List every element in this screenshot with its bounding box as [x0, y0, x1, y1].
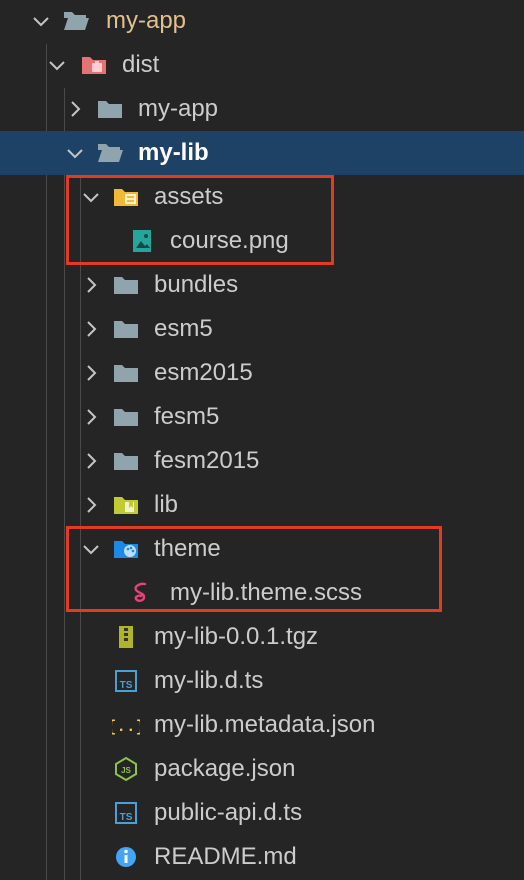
tree-item-bundles[interactable]: bundles — [0, 263, 524, 307]
tree-item-my-app[interactable]: my-app — [0, 87, 524, 131]
info-file-icon — [112, 844, 140, 870]
tree-item-my-lib-metadata-json[interactable]: {..} my-lib.metadata.json — [0, 703, 524, 747]
tree-item-label: my-app — [138, 95, 219, 122]
folder-icon — [112, 316, 140, 342]
tree-item-esm5[interactable]: esm5 — [0, 307, 524, 351]
tree-item-label: bundles — [154, 271, 239, 298]
json-file-icon: {..} — [112, 712, 140, 738]
chevron-right-icon[interactable] — [64, 98, 86, 120]
chevron-right-icon[interactable] — [80, 406, 102, 428]
node-file-icon: JS — [112, 756, 140, 782]
chevron-down-icon[interactable] — [30, 10, 52, 32]
tree-item-fesm2015[interactable]: fesm2015 — [0, 439, 524, 483]
lib-folder-icon — [112, 492, 140, 518]
tree-item-label: esm2015 — [154, 359, 253, 386]
tree-item-label: package.json — [154, 755, 296, 782]
file-explorer-tree: my-app dist my-app my-lib assets course.png bu… — [0, 0, 524, 880]
tree-item-my-lib-0-0-1-tgz[interactable]: my-lib-0.0.1.tgz — [0, 615, 524, 659]
tree-item-label: README.md — [154, 843, 297, 870]
chevron-down-icon[interactable] — [64, 142, 86, 164]
tree-item-label: fesm2015 — [154, 447, 260, 474]
svg-text:TS: TS — [120, 680, 133, 691]
tree-item-fesm5[interactable]: fesm5 — [0, 395, 524, 439]
archive-file-icon — [112, 624, 140, 650]
folder-icon — [112, 404, 140, 430]
tree-item-label: dist — [122, 51, 160, 78]
tree-item-label: my-lib.d.ts — [154, 667, 264, 694]
tree-item-readme-md[interactable]: README.md — [0, 835, 524, 879]
folder-icon — [112, 272, 140, 298]
theme-highlight-box — [66, 526, 442, 612]
chevron-down-icon[interactable] — [46, 54, 68, 76]
folder-open-icon — [96, 140, 124, 166]
chevron-right-icon[interactable] — [80, 494, 102, 516]
assets-highlight-box — [66, 175, 334, 265]
typescript-file-icon: TS — [112, 668, 140, 694]
svg-text:JS: JS — [121, 766, 131, 775]
tree-item-my-app[interactable]: my-app — [0, 0, 524, 43]
dist-folder-icon — [80, 52, 108, 78]
svg-text:TS: TS — [120, 812, 133, 823]
tree-item-label: my-lib — [138, 139, 209, 166]
tree-item-public-api-d-ts[interactable]: TS public-api.d.ts — [0, 791, 524, 835]
svg-text:{..}: {..} — [112, 718, 140, 736]
typescript-file-icon: TS — [112, 800, 140, 826]
tree-item-label: my-lib.metadata.json — [154, 711, 376, 738]
tree-item-lib[interactable]: lib — [0, 483, 524, 527]
tree-item-label: fesm5 — [154, 403, 220, 430]
folder-icon — [112, 448, 140, 474]
chevron-right-icon[interactable] — [80, 362, 102, 384]
tree-item-label: public-api.d.ts — [154, 799, 303, 826]
chevron-right-icon[interactable] — [80, 274, 102, 296]
tree-item-esm2015[interactable]: esm2015 — [0, 351, 524, 395]
folder-icon — [112, 360, 140, 386]
tree-item-label: my-lib-0.0.1.tgz — [154, 623, 319, 650]
folder-open-icon — [62, 8, 90, 34]
tree-item-package-json[interactable]: JS package.json — [0, 747, 524, 791]
chevron-right-icon[interactable] — [80, 450, 102, 472]
tree-item-dist[interactable]: dist — [0, 43, 524, 87]
tree-item-my-lib[interactable]: my-lib — [0, 131, 524, 175]
tree-item-my-lib-d-ts[interactable]: TS my-lib.d.ts — [0, 659, 524, 703]
tree-item-label: my-app — [106, 7, 187, 34]
folder-icon — [96, 96, 124, 122]
tree-item-label: esm5 — [154, 315, 213, 342]
chevron-right-icon[interactable] — [80, 318, 102, 340]
tree-item-label: lib — [154, 491, 179, 518]
